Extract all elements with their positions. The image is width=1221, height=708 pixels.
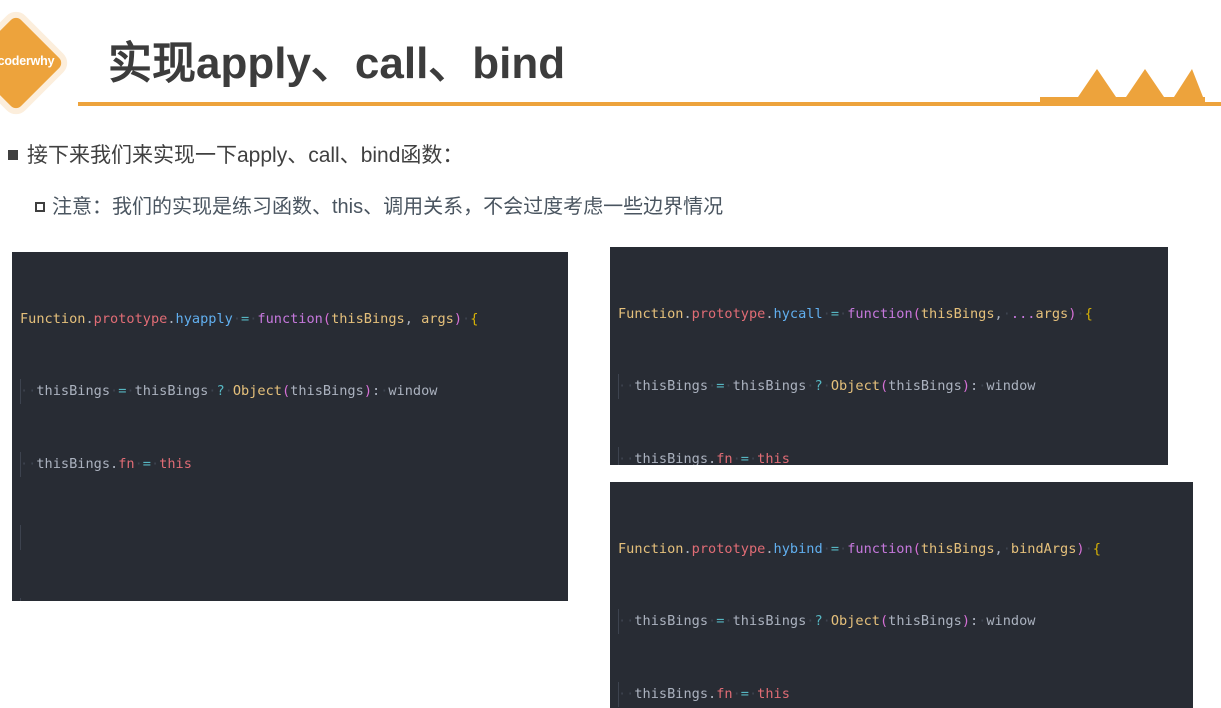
- code-line: ··thisBings.fn·=·this: [12, 452, 568, 477]
- bullet-item-2: 注意：我们的实现是练习函数、this、调用关系，不会过度考虑一些边界情况: [35, 190, 723, 219]
- code-block-hyapply: Function.prototype.hyapply·=·function(th…: [12, 252, 568, 601]
- slide-header: coderwhy 实现apply、call、bind: [0, 0, 1221, 118]
- code-block-hycall: Function.prototype.hycall·=·function(thi…: [610, 247, 1168, 465]
- code-line: Function.prototype.hybind·=·function(thi…: [618, 540, 1101, 557]
- code-line: ··if·(!args)·{: [12, 598, 568, 601]
- bullet-item-1-text: 接下来我们来实现一下apply、call、bind函数：: [27, 144, 464, 167]
- code-block-hybind: Function.prototype.hybind·=·function(thi…: [610, 482, 1193, 708]
- mountains-decoration-icon: [1040, 53, 1205, 103]
- code-line: ··thisBings·=·thisBings·?·Object(thisBin…: [610, 374, 1168, 399]
- page-title: 实现apply、call、bind: [108, 39, 566, 88]
- filled-square-icon: [8, 150, 18, 160]
- code-line: ··thisBings·=·thisBings·?·Object(thisBin…: [610, 609, 1193, 634]
- bullet-item-2-text: 注意：我们的实现是练习函数、this、调用关系，不会过度考虑一些边界情况: [52, 196, 724, 218]
- code-line: Function.prototype.hycall·=·function(thi…: [618, 305, 1093, 322]
- code-line: ··thisBings.fn·=·this: [610, 447, 1168, 465]
- hollow-square-icon: [35, 202, 45, 212]
- code-line: [12, 525, 568, 550]
- coderwhy-logo-label: coderwhy: [0, 54, 55, 68]
- code-line: ··thisBings.fn·=·this: [610, 682, 1193, 707]
- code-line: ··thisBings·=·thisBings·?·Object(thisBin…: [12, 379, 568, 404]
- code-line: Function.prototype.hyapply·=·function(th…: [20, 310, 479, 327]
- bullet-item-1: 接下来我们来实现一下apply、call、bind函数：: [8, 139, 463, 169]
